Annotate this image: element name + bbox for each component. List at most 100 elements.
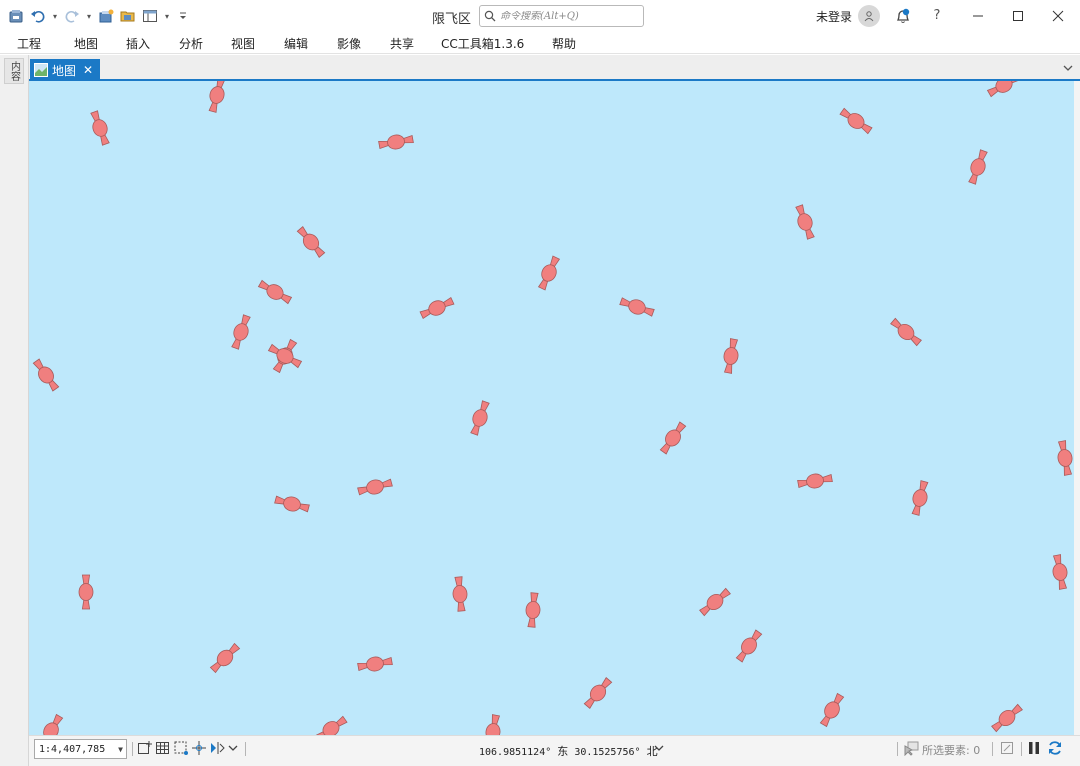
close-icon [1052, 10, 1064, 22]
no-fly-zone-feature[interactable] [419, 294, 456, 321]
menu-cc-toolbox[interactable]: CC工具箱1.3.6 [441, 35, 524, 52]
snapping-icon[interactable] [173, 740, 189, 756]
map-canvas[interactable] [29, 81, 1074, 735]
refresh-icon[interactable] [1047, 740, 1063, 756]
no-fly-zone-feature[interactable] [721, 338, 741, 374]
right-dock-edge [1074, 81, 1080, 735]
no-fly-zone-feature[interactable] [88, 110, 113, 147]
login-status[interactable]: 未登录 [816, 8, 852, 25]
add-bookmark-icon[interactable] [137, 740, 153, 756]
longitude-direction: 东 [557, 745, 569, 758]
no-fly-zone-feature[interactable] [525, 592, 542, 628]
no-fly-zone-feature[interactable] [357, 654, 393, 674]
cursor-coordinates: 106.9851124° 东 30.1525756° 北 [479, 743, 658, 759]
no-fly-zone-feature[interactable] [468, 400, 493, 437]
quick-access-toolbar: ▾ ▾ ▾ [6, 5, 192, 27]
menu-analysis[interactable]: 分析 [179, 35, 203, 52]
selected-features: 所选要素: 0 [922, 744, 981, 757]
no-fly-zone-feature[interactable] [986, 81, 1022, 100]
map-scale-selector[interactable]: 1:4,407,785 ▼ [34, 739, 127, 759]
pause-drawing-icon[interactable] [1026, 740, 1042, 756]
menu-project[interactable]: 工程 [17, 35, 41, 52]
no-fly-zone-feature[interactable] [734, 628, 765, 664]
menu-edit[interactable]: 编辑 [284, 35, 308, 52]
no-fly-zone-feature[interactable] [989, 702, 1024, 735]
no-fly-zone-feature[interactable] [267, 341, 303, 370]
minimize-icon [973, 15, 983, 17]
no-fly-zone-feature[interactable] [229, 314, 254, 351]
window-layout-dropdown-icon[interactable]: ▾ [162, 5, 172, 27]
no-fly-zone-feature[interactable] [1055, 440, 1074, 476]
tab-close-icon[interactable]: ✕ [83, 63, 93, 77]
no-fly-zone-feature[interactable] [582, 675, 615, 710]
command-search-input[interactable] [500, 10, 638, 22]
menu-map[interactable]: 地图 [74, 35, 98, 52]
redo-icon[interactable] [62, 5, 82, 27]
menu-imagery[interactable]: 影像 [337, 35, 361, 52]
no-fly-zone-feature[interactable] [208, 641, 242, 675]
no-fly-zone-feature[interactable] [31, 357, 62, 393]
tab-map[interactable]: 地图 ✕ [30, 59, 100, 81]
menu-help[interactable]: 帮助 [552, 35, 576, 52]
no-fly-zone-feature[interactable] [206, 81, 228, 113]
title-bar: ▾ ▾ ▾ 限飞区 未登录 ? [0, 0, 1080, 32]
undo-dropdown-icon[interactable]: ▾ [50, 5, 60, 27]
no-fly-zone-feature[interactable] [966, 149, 991, 186]
app-title: 限飞区 [432, 12, 472, 27]
no-fly-zone-feature[interactable] [909, 480, 931, 516]
no-fly-zone-feature[interactable] [535, 255, 562, 292]
selection-icon [903, 740, 919, 757]
customize-toolbar-icon[interactable] [174, 5, 192, 27]
no-fly-zone-feature[interactable] [295, 224, 328, 259]
navigate-icon[interactable] [209, 740, 225, 756]
clear-selection-icon[interactable] [999, 740, 1015, 756]
contents-pane-tab[interactable]: 内容 [4, 58, 24, 84]
no-fly-zone-feature[interactable] [483, 714, 503, 735]
redo-dropdown-icon[interactable]: ▾ [84, 5, 94, 27]
command-search-box[interactable] [479, 5, 644, 27]
no-fly-zone-feature[interactable] [313, 714, 349, 735]
no-fly-zone-feature[interactable] [888, 316, 923, 349]
menu-share[interactable]: 共享 [390, 35, 414, 52]
help-button[interactable]: ? [930, 8, 944, 23]
new-project-icon[interactable] [96, 5, 116, 27]
notification-bell-icon[interactable] [893, 6, 913, 26]
minimize-button[interactable] [958, 0, 998, 32]
open-project-icon[interactable] [118, 5, 138, 27]
no-fly-zone-feature[interactable] [357, 476, 393, 498]
menu-insert[interactable]: 插入 [126, 35, 150, 52]
no-fly-zone-feature[interactable] [838, 106, 874, 137]
pan-crosshair-icon[interactable] [191, 740, 207, 756]
map-features-layer[interactable] [29, 81, 1074, 735]
menu-view[interactable]: 视图 [231, 35, 255, 52]
no-fly-zone-feature[interactable] [452, 576, 469, 612]
window-layout-icon[interactable] [140, 5, 160, 27]
scale-dropdown-icon[interactable]: ▼ [118, 745, 123, 754]
grid-icon[interactable] [155, 740, 171, 756]
project-icon[interactable] [6, 5, 26, 27]
latitude-value: 30.1525756° [574, 747, 641, 758]
no-fly-zone-feature[interactable] [817, 692, 846, 728]
coordinate-format-dropdown-icon[interactable] [653, 742, 665, 758]
no-fly-zone-feature[interactable] [619, 295, 656, 320]
contents-pane-strip: 内容 [0, 55, 29, 766]
no-fly-zone-feature[interactable] [36, 713, 65, 735]
no-fly-zone-feature[interactable] [658, 420, 689, 456]
no-fly-zone-feature[interactable] [1050, 554, 1070, 590]
maximize-button[interactable] [998, 0, 1038, 32]
no-fly-zone-feature[interactable] [378, 132, 414, 152]
undo-icon[interactable] [28, 5, 48, 27]
no-fly-zone-feature[interactable] [797, 471, 833, 491]
no-fly-zone-feature[interactable] [78, 574, 94, 610]
no-fly-zone-feature[interactable] [274, 493, 310, 515]
tab-list-chevron-icon[interactable] [1062, 62, 1074, 74]
tab-map-label: 地图 [52, 63, 77, 78]
no-fly-zone-feature[interactable] [697, 586, 732, 619]
status-separator [245, 742, 246, 756]
no-fly-zone-feature[interactable] [793, 204, 818, 241]
tools-dropdown-icon[interactable] [228, 740, 238, 756]
longitude-value: 106.9851124° [479, 747, 552, 758]
no-fly-zone-feature[interactable] [257, 277, 293, 306]
user-avatar-icon[interactable] [858, 5, 880, 27]
close-button[interactable] [1038, 0, 1078, 32]
